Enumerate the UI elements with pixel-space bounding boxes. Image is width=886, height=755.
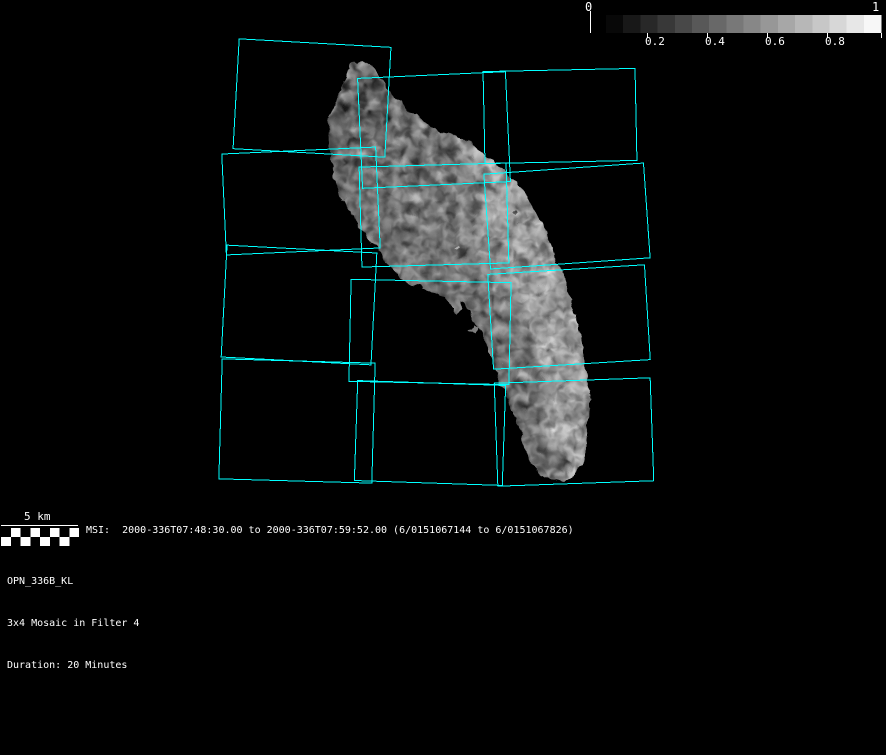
- colorbar-step: [640, 15, 659, 33]
- mosaic-footprint-rect: [220, 244, 378, 366]
- colorbar-step: [726, 15, 744, 33]
- colorbar-step: [846, 15, 865, 33]
- mosaic-footprint-rect: [218, 358, 376, 484]
- colorbar-step: [777, 15, 796, 33]
- scale-bar: [1, 525, 79, 546]
- colorbar-step: [623, 15, 641, 33]
- colorbar-max-label: 1: [872, 0, 880, 14]
- scale-bar-checker-cell: [69, 537, 79, 546]
- scale-bar-checker-cell: [40, 528, 50, 537]
- scale-bar-checker-cell: [49, 528, 60, 537]
- colorbar-tick-label: 0.2: [645, 35, 665, 48]
- colorbar-step: [863, 15, 882, 33]
- colorbar-step: [657, 15, 676, 33]
- colorbar-tick-label: 0.6: [765, 35, 785, 48]
- colorbar-step: [674, 15, 693, 33]
- mosaic-description: 3x4 Mosaic in Filter 4: [7, 618, 140, 629]
- colorbar-step: [743, 15, 762, 33]
- scale-bar-checker-cell: [30, 528, 40, 537]
- colorbar-step: [691, 15, 710, 33]
- colorbar-min-label: 0: [585, 0, 593, 14]
- colorbar-tick-label: 0.8: [825, 35, 845, 48]
- scale-bar-checker-cell: [69, 528, 79, 537]
- sequence-id: OPN_336B_KL: [7, 576, 74, 587]
- scale-bar-checker-cell: [20, 528, 31, 537]
- colorbar-end-tick: [881, 33, 882, 38]
- colorbar-tick-label: 0.4: [705, 35, 725, 48]
- colorbar: [590, 11, 882, 38]
- viewport: 5 km MSI: 2000-336T07:48:30.00 to 2000-3…: [0, 0, 886, 755]
- colorbar-step: [760, 15, 779, 33]
- mosaic-footprint-rect: [353, 380, 507, 486]
- colorbar-zero-line: [590, 11, 591, 33]
- colorbar-step: [606, 15, 624, 33]
- scale-bar-checker-cell: [40, 537, 50, 546]
- scale-bar-checker-cell: [10, 528, 21, 537]
- colorbar-step: [812, 15, 830, 33]
- scale-bar-checker-cell: [10, 537, 21, 546]
- info-block: OPN_336B_KL 3x4 Mosaic in Filter 4 Durat…: [7, 547, 139, 701]
- colorbar-step: [829, 15, 848, 33]
- scale-bar-label: 5 km: [24, 510, 51, 523]
- scale-bar-checker-cell: [49, 537, 60, 546]
- colorbar-step: [795, 15, 813, 33]
- colorbar-step: [709, 15, 727, 33]
- scale-bar-checker-cell: [1, 528, 11, 537]
- scale-bar-line: [1, 525, 78, 526]
- scale-bar-checker-cell: [59, 528, 70, 537]
- scale-bar-checker-cell: [1, 537, 11, 546]
- scale-bar-checker-cell: [20, 537, 31, 546]
- duration-label: Duration: 20 Minutes: [7, 660, 128, 671]
- scale-bar-checker-cell: [30, 537, 40, 546]
- msi-status-line: MSI: 2000-336T07:48:30.00 to 2000-336T07…: [86, 525, 574, 536]
- scale-bar-checker-cell: [59, 537, 70, 546]
